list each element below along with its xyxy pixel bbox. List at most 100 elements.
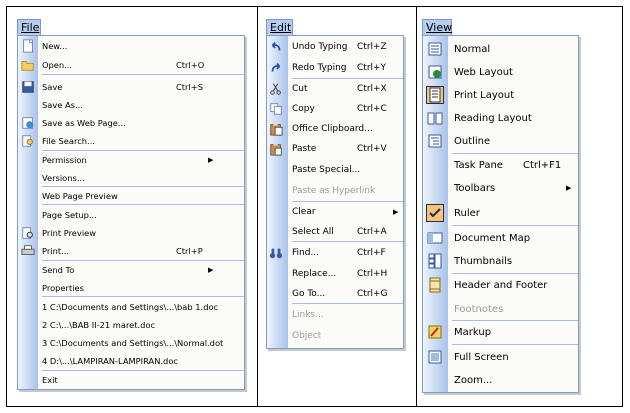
scissors-icon <box>269 82 283 96</box>
menu-separator <box>42 74 244 75</box>
view-menu-item-label: Footnotes <box>454 303 504 315</box>
edit-menu-item-shortcut: Ctrl+G <box>357 289 388 299</box>
file-menu-item[interactable]: 3 C:\Documents and Settings\...\Normal.d… <box>18 334 244 352</box>
view-menu-item-label: Outline <box>454 135 491 147</box>
edit-menu-item-shortcut: Ctrl+F <box>357 248 386 258</box>
file-menu-item[interactable]: Print... Ctrl+P <box>18 242 244 260</box>
view-menu-item-label: Task Pane <box>454 159 503 171</box>
view-menu-item-label: Web Layout <box>454 66 513 78</box>
view-menu-item[interactable]: Document Map <box>423 227 578 249</box>
edit-menu-item-label: Paste Special... <box>292 165 361 175</box>
file-menu-item[interactable]: Exit <box>18 371 244 389</box>
edit-menu-item[interactable]: Paste Ctrl+V <box>267 139 403 159</box>
edit-menu-item-label: Office Clipboard... <box>292 124 373 134</box>
view-menu-item[interactable]: Print Layout <box>423 84 578 106</box>
edit-menu-item[interactable]: Copy Ctrl+C <box>267 99 403 119</box>
edit-menu-item[interactable]: Office Clipboard... <box>267 119 403 139</box>
file-menu-item[interactable]: Page Setup... <box>18 206 244 224</box>
thumbnails-icon <box>427 253 443 269</box>
edit-menu-title[interactable]: Edit <box>266 19 293 36</box>
view-menu-item[interactable]: Zoom... <box>423 369 578 391</box>
file-menu-item[interactable]: Save As... <box>18 96 244 114</box>
view-menu-item-label: Zoom... <box>454 374 493 386</box>
edit-menu-item[interactable]: Paste Special... <box>267 160 403 180</box>
view-menu-item[interactable]: Full Screen <box>423 346 578 368</box>
file-menu-item[interactable]: Print Preview <box>18 224 244 242</box>
menu-separator <box>452 344 578 345</box>
column-divider <box>257 7 258 406</box>
file-menu-item[interactable]: Properties <box>18 279 244 297</box>
file-menu-item-label: Versions... <box>42 173 85 183</box>
file-menu-item[interactable]: 1 C:\Documents and Settings\...\bab 1.do… <box>18 298 244 316</box>
file-menu-title[interactable]: File <box>17 19 41 36</box>
outline-view-icon <box>427 133 443 149</box>
file-menu-panel: New... Open... Ctrl+O Save Ctrl+S Save As... S… <box>17 35 245 390</box>
file-menu-item[interactable]: Open... Ctrl+O <box>18 56 244 74</box>
edit-menu-item: Object <box>267 326 403 346</box>
view-menu-item-shortcut: Ctrl+F1 <box>523 159 562 171</box>
file-menu-item-label: File Search... <box>42 136 95 146</box>
view-menu-item[interactable]: Reading Layout <box>423 107 578 129</box>
edit-menu-item[interactable]: Select All Ctrl+A <box>267 222 403 242</box>
print-layout-icon <box>426 86 444 104</box>
save-disk-icon <box>21 80 35 94</box>
view-menu-item-label: Reading Layout <box>454 112 532 124</box>
view-menu-title[interactable]: View <box>422 19 452 36</box>
file-menu-item[interactable]: 2 C:\...\BAB II-21 maret.doc <box>18 316 244 334</box>
file-menu-item[interactable]: New... <box>18 37 244 55</box>
view-menu-item[interactable]: Normal <box>423 38 578 60</box>
file-menu-item[interactable]: Send To ▶ <box>18 261 244 279</box>
edit-menu-item-shortcut: Ctrl+Y <box>357 63 387 73</box>
view-menu-item[interactable]: Toolbars ▶ <box>423 177 578 199</box>
new-document-icon <box>21 39 35 53</box>
view-menu-item-label: Ruler <box>454 207 480 219</box>
file-menu-item-label: New... <box>42 41 68 51</box>
edit-menu-item-label: Links... <box>292 310 324 320</box>
view-menu-item[interactable]: Outline <box>423 130 578 152</box>
view-menu-item[interactable]: Task Pane Ctrl+F1 <box>423 154 578 176</box>
print-preview-icon <box>21 226 35 240</box>
view-menu-item[interactable]: Thumbnails <box>423 250 578 272</box>
file-menu-item-label: Save <box>42 82 63 92</box>
edit-menu-item-label: Object <box>292 331 322 341</box>
view-menu-item-label: Document Map <box>454 232 531 244</box>
submenu-arrow-icon: ▶ <box>208 156 214 164</box>
file-menu-item[interactable]: Save as Web Page... <box>18 114 244 132</box>
file-menu-item[interactable]: Web Page Preview <box>18 187 244 205</box>
file-menu-item-label: Web Page Preview <box>42 191 118 201</box>
file-menu-item[interactable]: Versions... <box>18 169 244 187</box>
file-menu-item[interactable]: Permission ▶ <box>18 151 244 169</box>
file-menu-item[interactable]: Save Ctrl+S <box>18 78 244 96</box>
view-menu-item[interactable]: Web Layout <box>423 61 578 83</box>
edit-menu-item[interactable]: Undo Typing Ctrl+Z <box>267 37 403 57</box>
edit-menu-item[interactable]: Redo Typing Ctrl+Y <box>267 58 403 78</box>
submenu-arrow-icon: ▶ <box>566 184 572 192</box>
edit-menu-item[interactable]: Replace... Ctrl+H <box>267 264 403 284</box>
edit-menu-item[interactable]: Cut Ctrl+X <box>267 79 403 99</box>
view-menu-item-label: Toolbars <box>454 182 496 194</box>
submenu-arrow-icon: ▶ <box>208 266 214 274</box>
file-menu-item-shortcut: Ctrl+O <box>176 60 205 70</box>
markup-icon <box>427 324 443 340</box>
printer-icon <box>21 244 35 258</box>
file-menu-item-label: Send To <box>42 265 75 275</box>
copy-icon <box>269 102 283 116</box>
file-menu-item-label: Print... <box>42 246 69 256</box>
view-menu-item-label: Header and Footer <box>454 279 548 291</box>
file-menu-item-label: 4 D:\...\LAMPIRAN-LAMPIRAN.doc <box>42 356 178 366</box>
view-menu-item[interactable]: Ruler <box>423 202 578 224</box>
file-menu-item-label: Save As... <box>42 100 83 110</box>
view-menu-item[interactable]: Header and Footer <box>423 274 578 296</box>
view-menu-item[interactable]: Markup <box>423 321 578 343</box>
file-menu-item[interactable]: File Search... <box>18 132 244 150</box>
edit-menu-item-label: Redo Typing <box>292 63 347 73</box>
binoculars-icon <box>269 246 283 260</box>
file-menu-item-label: Permission <box>42 155 87 165</box>
edit-menu-item[interactable]: Find... Ctrl+F <box>267 243 403 263</box>
file-menu-item[interactable]: 4 D:\...\LAMPIRAN-LAMPIRAN.doc <box>18 352 244 370</box>
edit-menu-item[interactable]: Go To... Ctrl+G <box>267 284 403 304</box>
header-footer-icon <box>427 277 443 293</box>
edit-menu-item[interactable]: Clear ▶ <box>267 202 403 222</box>
file-menu-item-label: Print Preview <box>42 228 97 238</box>
file-menu-item-shortcut: Ctrl+P <box>176 246 203 256</box>
